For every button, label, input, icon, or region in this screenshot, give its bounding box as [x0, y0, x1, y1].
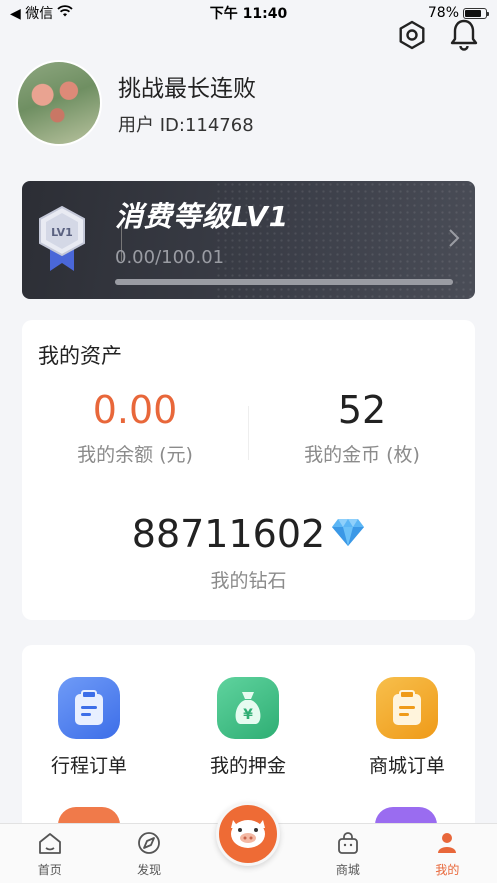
- diamond-icon: [331, 517, 365, 551]
- menu-label-deposit: 我的押金: [209, 755, 286, 777]
- tab-label-home: 首页: [37, 863, 62, 877]
- menu-item-trip-orders[interactable]: 行程订单: [22, 677, 164, 778]
- user-id: 用户 ID:114768: [118, 115, 254, 136]
- avatar[interactable]: [16, 60, 102, 146]
- center-ride-button[interactable]: [216, 802, 280, 866]
- assets-card: 我的资产 0.00 我的余额 (元) 52 我的金币 (枚) 88711602 …: [22, 320, 475, 620]
- balance-label: 我的余额 (元): [77, 444, 193, 466]
- tab-discover[interactable]: 发现: [99, 824, 198, 883]
- wifi-icon: [57, 5, 73, 21]
- assets-title: 我的资产: [38, 344, 122, 368]
- coins-item[interactable]: 52 我的金币 (枚): [249, 386, 475, 467]
- battery-icon: [463, 7, 489, 19]
- tab-mine[interactable]: 我的: [398, 824, 497, 883]
- nickname: 挑战最长连败: [118, 76, 256, 102]
- svg-text:¥: ¥: [243, 707, 253, 723]
- battery-fill: [465, 9, 481, 17]
- balance-item[interactable]: 0.00 我的余额 (元): [22, 386, 248, 467]
- settings-icon[interactable]: [395, 18, 429, 52]
- coins-label: 我的金币 (枚): [304, 444, 420, 466]
- tab-label-mine: 我的: [435, 863, 460, 877]
- compass-icon: [136, 831, 162, 859]
- back-to-wechat[interactable]: ◀ 微信: [10, 3, 53, 23]
- user-icon: [434, 831, 460, 859]
- shopping-bag-icon: [335, 831, 361, 859]
- consumption-level-card[interactable]: LV1 消费等级LV1 0.00/100.01: [22, 181, 475, 299]
- level-badge-text: LV1: [51, 226, 73, 239]
- diamonds-value: 88711602: [131, 512, 326, 556]
- home-icon: [37, 831, 63, 859]
- status-time: 下午 11:40: [209, 6, 288, 22]
- tab-home[interactable]: 首页: [0, 824, 99, 883]
- level-progress-text: 0.00/100.01: [115, 247, 225, 268]
- money-bag-icon: ¥: [217, 677, 279, 739]
- balance-value: 0.00: [92, 388, 178, 432]
- diamonds-item[interactable]: 88711602: [22, 510, 475, 558]
- level-badge-icon: LV1: [36, 205, 88, 273]
- level-title: 消费等级LV1: [115, 200, 290, 233]
- bell-icon[interactable]: [447, 18, 481, 52]
- diamonds-label: 我的钻石: [210, 570, 287, 592]
- top-actions: [395, 18, 481, 52]
- clipboard-icon: [376, 677, 438, 739]
- status-left[interactable]: ◀ 微信: [10, 3, 170, 23]
- level-progress-fill: [115, 279, 453, 285]
- chevron-right-icon[interactable]: [447, 227, 461, 253]
- menu-item-mall-orders[interactable]: 商城订单: [332, 677, 475, 778]
- profile-info: 挑战最长连败 用户 ID:114768: [118, 69, 256, 137]
- menu-label-trip-orders: 行程订单: [50, 755, 127, 777]
- tab-label-discover: 发现: [137, 863, 162, 877]
- menu-item-deposit[interactable]: ¥ 我的押金: [173, 677, 323, 778]
- menu-label-mall-orders: 商城订单: [368, 755, 445, 777]
- profile-header[interactable]: 挑战最长连败 用户 ID:114768: [16, 60, 256, 146]
- clipboard-icon: [58, 677, 120, 739]
- level-progress-bar: [115, 279, 453, 285]
- coins-value: 52: [337, 388, 387, 432]
- tab-label-mall: 商城: [335, 863, 360, 877]
- pig-icon: [227, 814, 269, 854]
- tab-mall[interactable]: 商城: [298, 824, 397, 883]
